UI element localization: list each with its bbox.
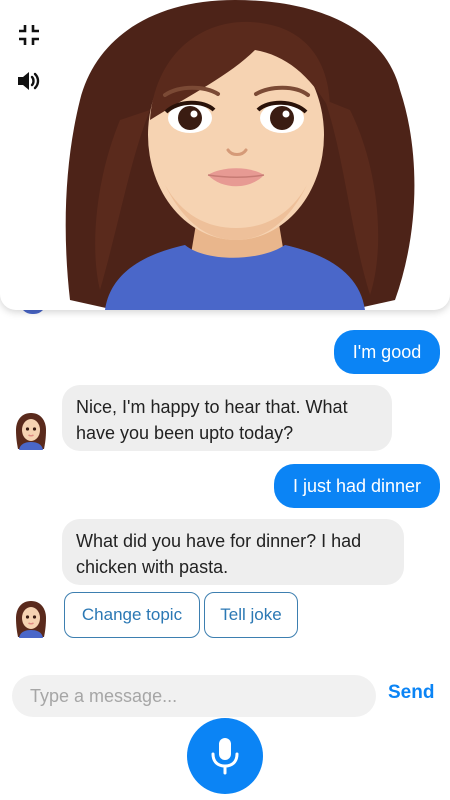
user-message: I'm good (334, 330, 440, 374)
speaker-icon (18, 72, 40, 90)
bot-message: Nice, I'm happy to hear that. What have … (62, 385, 392, 451)
user-message: I just had dinner (274, 464, 440, 508)
bot-avatar (16, 413, 46, 450)
message-composer: Send (0, 672, 450, 722)
minimize-button[interactable] (14, 20, 44, 50)
collapse-icon (19, 25, 39, 45)
message-input[interactable] (12, 675, 376, 717)
quick-reply-tell-joke[interactable]: Tell joke (204, 592, 298, 638)
microphone-icon (211, 738, 239, 775)
voice-input-button[interactable] (187, 718, 263, 794)
quick-reply-change-topic[interactable]: Change topic (64, 592, 200, 638)
send-button[interactable]: Send (388, 682, 434, 704)
avatar-video-panel (0, 0, 450, 310)
assistant-avatar-illustration (65, 0, 415, 310)
sound-toggle-button[interactable] (14, 66, 44, 96)
bot-avatar (16, 601, 46, 638)
bot-message: What did you have for dinner? I had chic… (62, 519, 404, 585)
